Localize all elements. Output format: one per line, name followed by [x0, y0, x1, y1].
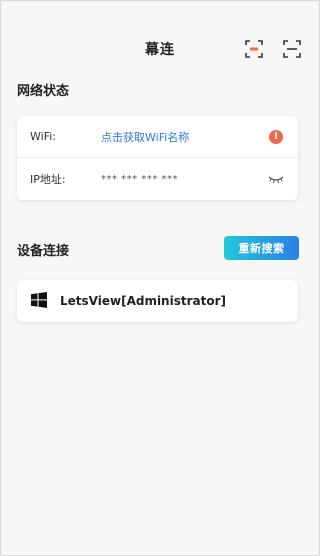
wifi-name-link[interactable]: 点击获取WiFi名称 [101, 129, 189, 145]
eye-closed-icon [268, 176, 284, 184]
ip-label: IP地址: [30, 173, 66, 186]
warning-icon: ! [269, 129, 283, 144]
scan-cast-button[interactable] [244, 39, 264, 59]
wifi-label: WiFi: [30, 130, 56, 143]
ip-value: *** *** *** *** [101, 173, 179, 185]
device-item[interactable]: LetsView[Administrator] [17, 280, 298, 322]
scan-button[interactable] [282, 39, 302, 59]
device-list: LetsView[Administrator] [17, 280, 298, 322]
scan-cast-icon [245, 40, 263, 58]
wifi-status: ! [268, 129, 284, 145]
ip-visibility-toggle[interactable] [268, 171, 284, 187]
devices-section-title: 设备连接 [17, 244, 70, 259]
page-title: 幕连 [145, 42, 175, 58]
network-section-title: 网络状态 [17, 84, 70, 99]
wifi-row[interactable]: WiFi: 点击获取WiFi名称 ! [17, 116, 298, 158]
device-name: LetsView[Administrator] [60, 294, 226, 308]
windows-icon [31, 292, 47, 308]
scan-icon [283, 40, 301, 58]
app-header: 幕连 [0, 30, 320, 66]
research-button[interactable]: 重新搜索 [224, 236, 299, 260]
ip-row: IP地址: *** *** *** *** [17, 158, 298, 200]
network-status-card: WiFi: 点击获取WiFi名称 ! IP地址: *** *** *** *** [17, 116, 298, 200]
